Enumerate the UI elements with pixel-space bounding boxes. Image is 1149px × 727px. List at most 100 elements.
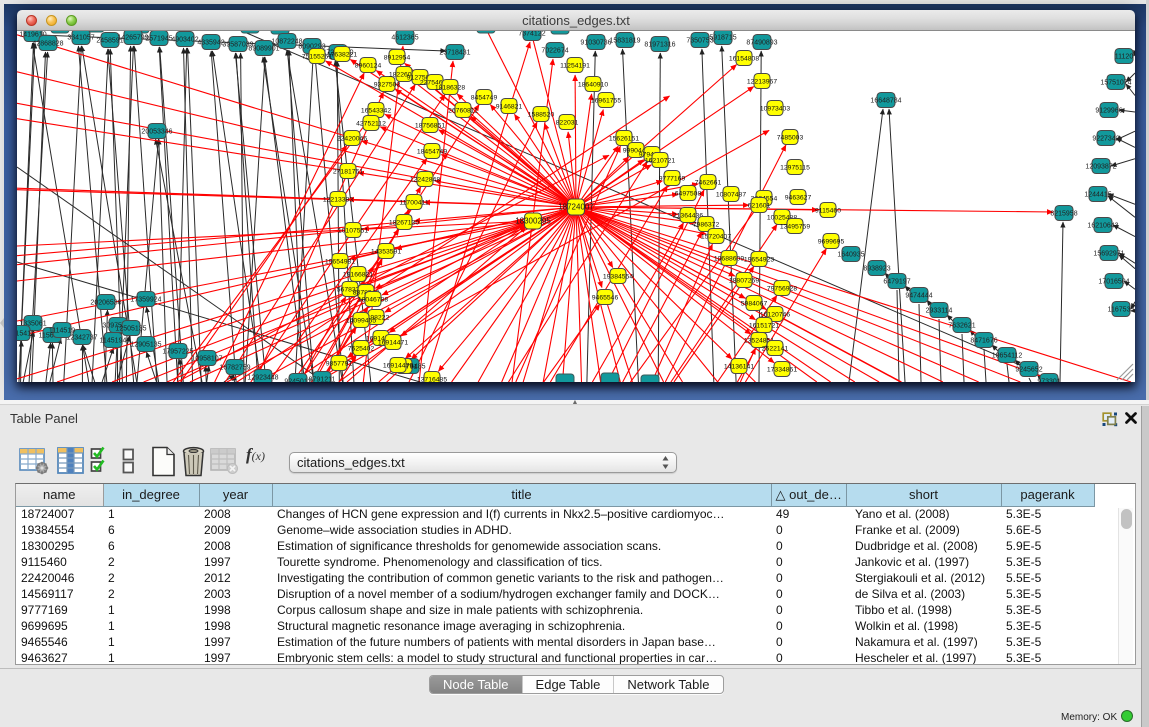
svg-text:89089901: 89089901 <box>248 46 279 53</box>
svg-text:9227342: 9227342 <box>1092 136 1119 143</box>
svg-text:14136141: 14136141 <box>724 364 754 371</box>
svg-text:9129966: 9129966 <box>1095 108 1122 115</box>
svg-text:18186328: 18186328 <box>435 85 465 92</box>
svg-text:8791211: 8791211 <box>309 377 336 383</box>
svg-text:12975115: 12975115 <box>780 165 810 172</box>
svg-text:7632621: 7632621 <box>948 323 975 330</box>
svg-text:1588520: 1588520 <box>528 112 555 119</box>
svg-text:81971316: 81971316 <box>644 42 675 49</box>
svg-text:12505135: 12505135 <box>115 326 146 333</box>
svg-text:9699695: 9699695 <box>818 239 845 246</box>
svg-text:11254191: 11254191 <box>560 63 590 70</box>
svg-text:14353591: 14353591 <box>371 249 401 256</box>
svg-text:8960124: 8960124 <box>355 63 382 70</box>
svg-text:17638221: 17638221 <box>327 52 357 59</box>
svg-text:4903402: 4903402 <box>171 37 198 44</box>
svg-text:15692971: 15692971 <box>1093 251 1124 258</box>
svg-text:17359924: 17359924 <box>130 297 161 304</box>
svg-text:8912954: 8912954 <box>384 55 411 62</box>
svg-text:9245012: 9245012 <box>284 379 311 383</box>
svg-text:14099465: 14099465 <box>346 318 376 325</box>
svg-text:11120: 11120 <box>1115 54 1134 61</box>
svg-text:10688609: 10688609 <box>714 256 744 263</box>
svg-text:973301: 973301 <box>1037 379 1060 383</box>
svg-text:10807487: 10807487 <box>716 192 746 199</box>
svg-text:7462661: 7462661 <box>695 180 722 187</box>
svg-text:17334861: 17334861 <box>767 367 797 374</box>
svg-text:16154808: 16154808 <box>729 56 759 63</box>
svg-text:3915411: 3915411 <box>17 331 34 338</box>
svg-text:19166821: 19166821 <box>343 272 373 279</box>
svg-text:15751074: 15751074 <box>1100 80 1131 87</box>
svg-text:1167533: 1167533 <box>1108 307 1135 314</box>
svg-text:7374122: 7374122 <box>518 31 545 38</box>
svg-text:10046788: 10046788 <box>358 297 388 304</box>
svg-text:42868828: 42868828 <box>32 41 63 48</box>
svg-text:10107551: 10107551 <box>338 228 368 235</box>
svg-text:20053346: 20053346 <box>141 129 172 136</box>
svg-text:19384554: 19384554 <box>603 274 633 281</box>
svg-text:3341057: 3341057 <box>67 35 94 42</box>
svg-text:9463627: 9463627 <box>785 195 812 202</box>
svg-text:9474444: 9474444 <box>905 293 932 300</box>
svg-text:18724007: 18724007 <box>558 203 594 212</box>
svg-text:16914479: 16914479 <box>383 363 413 370</box>
svg-text:17957225: 17957225 <box>162 349 193 356</box>
svg-text:9146821: 9146821 <box>496 104 523 111</box>
svg-text:2933114: 2933114 <box>926 308 953 315</box>
svg-text:1640935: 1640935 <box>837 252 864 259</box>
svg-text:621601: 621601 <box>748 203 771 210</box>
svg-text:18454749: 18454749 <box>417 149 447 156</box>
svg-text:26760811: 26760811 <box>448 108 478 115</box>
svg-text:14265799: 14265799 <box>117 35 148 42</box>
svg-text:18267130: 18267130 <box>389 220 419 227</box>
svg-text:12213967: 12213967 <box>747 79 777 86</box>
svg-text:5984067: 5984067 <box>741 301 768 308</box>
svg-text:7485003: 7485003 <box>777 135 804 142</box>
svg-text:13495759: 13495759 <box>780 224 810 231</box>
svg-text:10973403: 10973403 <box>760 106 790 113</box>
svg-text:27181761: 27181761 <box>333 169 363 176</box>
svg-text:9245652: 9245652 <box>1015 367 1042 374</box>
svg-text:8454749: 8454749 <box>471 95 498 102</box>
svg-text:18756851: 18756851 <box>415 123 445 130</box>
svg-text:16914471: 16914471 <box>378 340 408 347</box>
svg-text:12093872: 12093872 <box>1085 164 1116 171</box>
svg-text:12923448: 12923448 <box>247 375 278 382</box>
svg-text:18300295: 18300295 <box>515 217 551 226</box>
svg-text:17016504: 17016504 <box>1098 279 1129 286</box>
svg-text:13716485: 13716485 <box>417 377 447 383</box>
svg-text:10958107: 10958107 <box>191 356 222 363</box>
svg-text:18640910: 18640910 <box>578 82 608 89</box>
svg-text:822031: 822031 <box>556 120 579 127</box>
svg-text:5918715: 5918715 <box>709 35 736 42</box>
svg-text:19654981: 19654981 <box>325 259 355 266</box>
svg-text:91030736: 91030736 <box>580 40 611 47</box>
svg-text:16210643: 16210643 <box>1087 223 1118 230</box>
svg-text:10654112: 10654112 <box>992 353 1023 360</box>
svg-text:16543342: 16543342 <box>361 108 391 115</box>
svg-text:19654923: 19654923 <box>744 257 774 264</box>
svg-text:9465546: 9465546 <box>592 295 619 302</box>
svg-text:16961755: 16961755 <box>591 98 621 105</box>
svg-text:87490893: 87490893 <box>746 40 777 47</box>
svg-text:12242848: 12242848 <box>410 177 440 184</box>
svg-text:16648784: 16648784 <box>870 98 901 105</box>
svg-text:20206536: 20206536 <box>90 300 121 307</box>
svg-text:9777169: 9777169 <box>659 176 686 183</box>
svg-text:11700411: 11700411 <box>399 200 428 207</box>
svg-text:15626151: 15626151 <box>609 136 639 143</box>
svg-text:9327508: 9327508 <box>374 82 401 89</box>
svg-text:16151721: 16151721 <box>749 323 779 330</box>
svg-text:1114519: 1114519 <box>49 328 75 335</box>
svg-text:7625402: 7625402 <box>348 346 375 353</box>
svg-text:79756928: 79756928 <box>767 286 797 293</box>
svg-text:8938923: 8938923 <box>863 266 890 273</box>
svg-text:2522141: 2522141 <box>762 346 789 353</box>
svg-text:8471676: 8471676 <box>970 338 997 345</box>
svg-text:9115460: 9115460 <box>815 208 841 215</box>
svg-text:1244415: 1244415 <box>1084 192 1111 199</box>
svg-text:2571945: 2571945 <box>145 36 172 43</box>
svg-text:15720407: 15720407 <box>701 234 731 241</box>
svg-text:23718431: 23718431 <box>439 50 470 57</box>
